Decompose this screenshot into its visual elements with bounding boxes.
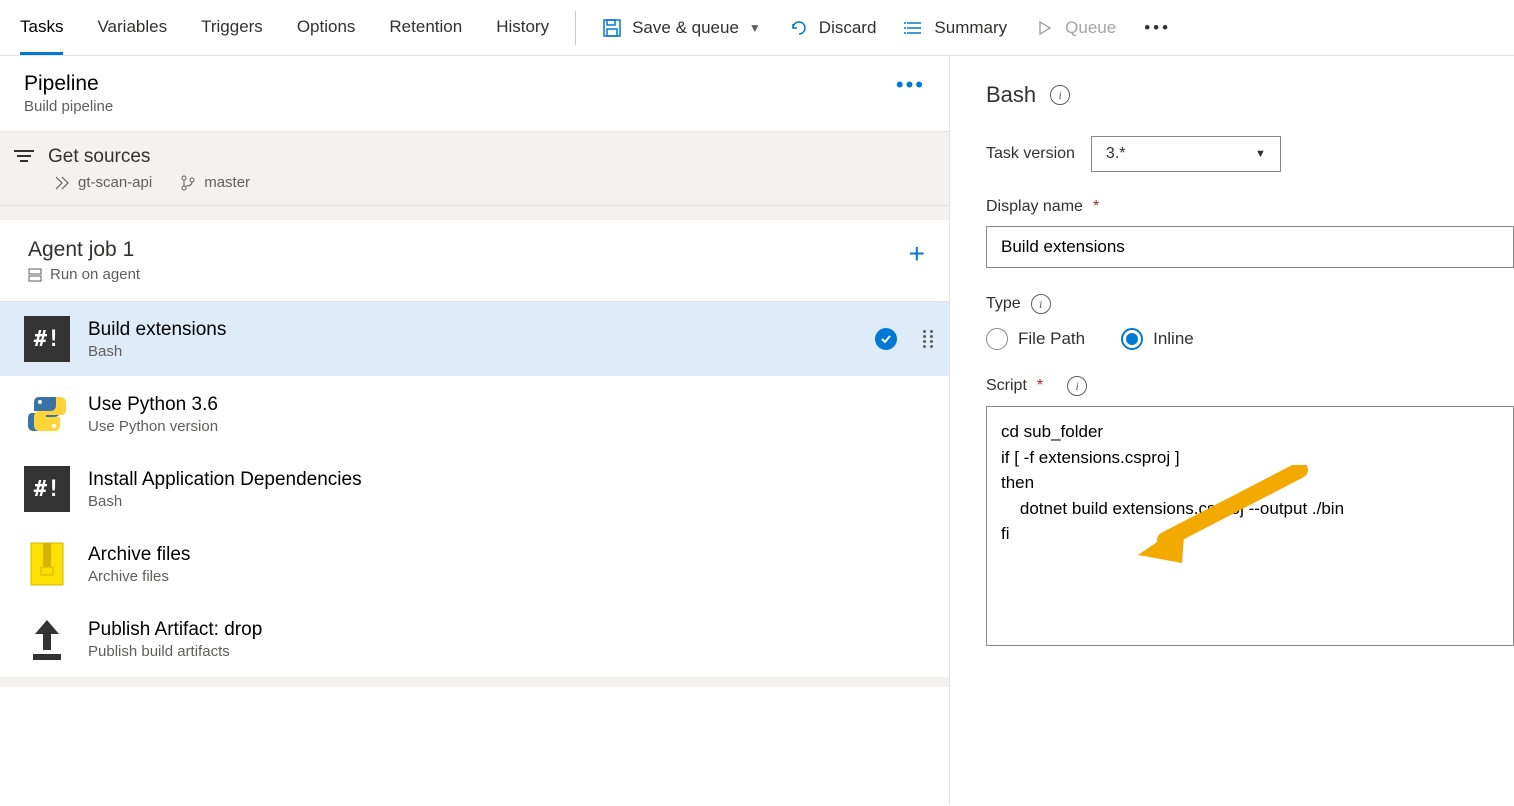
spacer — [0, 206, 949, 220]
get-sources-title: Get sources — [48, 146, 150, 168]
check-icon — [875, 328, 897, 350]
task-title: Use Python 3.6 — [88, 394, 935, 416]
task-title: Archive files — [88, 544, 935, 566]
display-name-input[interactable] — [986, 226, 1514, 268]
tab-group: Tasks Variables Triggers Options Retenti… — [20, 2, 549, 54]
save-queue-label: Save & queue — [632, 18, 739, 38]
type-label: Type — [986, 295, 1021, 313]
chevron-down-icon: ▼ — [1255, 148, 1266, 160]
task-row-archive[interactable]: Archive files Archive files — [0, 527, 949, 602]
summary-label: Summary — [934, 18, 1007, 38]
script-textarea[interactable] — [986, 406, 1514, 646]
summary-button[interactable]: Summary — [904, 18, 1007, 38]
chevron-down-icon: ▼ — [749, 21, 761, 35]
repo-name: gt-scan-api — [78, 174, 152, 191]
tab-history[interactable]: History — [496, 2, 549, 54]
radio-label: Inline — [1153, 329, 1194, 349]
task-title: Build extensions — [88, 319, 857, 341]
script-label: Script — [986, 377, 1027, 395]
repo-meta: gt-scan-api — [54, 174, 152, 191]
get-sources-row[interactable]: Get sources gt-scan-api master — [0, 132, 949, 206]
repo-icon — [54, 175, 70, 191]
task-row-publish[interactable]: Publish Artifact: drop Publish build art… — [0, 602, 949, 677]
pipeline-title: Pipeline — [24, 72, 113, 96]
pipeline-panel: Pipeline Build pipeline ••• Get sources … — [0, 56, 950, 805]
list-icon — [904, 18, 924, 38]
task-subtitle: Bash — [88, 493, 935, 510]
task-version-value: 3.* — [1106, 145, 1126, 163]
top-tab-bar: Tasks Variables Triggers Options Retenti… — [0, 0, 1514, 56]
bash-icon: #! — [24, 466, 70, 512]
queue-label: Queue — [1065, 18, 1116, 38]
save-icon — [602, 18, 622, 38]
radio-icon — [986, 328, 1008, 350]
pipeline-header[interactable]: Pipeline Build pipeline ••• — [0, 56, 949, 132]
agent-job-row[interactable]: Agent job 1 Run on agent + — [0, 220, 949, 302]
undo-icon — [789, 18, 809, 38]
branch-icon — [180, 175, 196, 191]
drag-handle-icon[interactable] — [923, 330, 935, 348]
tab-divider — [575, 11, 576, 45]
queue-button[interactable]: Queue — [1035, 18, 1116, 38]
ellipsis-icon: ••• — [1144, 18, 1171, 38]
discard-button[interactable]: Discard — [789, 18, 877, 38]
tab-tasks[interactable]: Tasks — [20, 2, 63, 55]
task-title: Publish Artifact: drop — [88, 619, 935, 641]
archive-icon — [24, 541, 70, 587]
branch-meta: master — [180, 174, 250, 191]
pipeline-subtitle: Build pipeline — [24, 98, 113, 115]
type-radio-inline[interactable]: Inline — [1121, 328, 1194, 350]
task-version-label: Task version — [986, 145, 1075, 163]
display-name-label: Display name — [986, 198, 1083, 216]
add-task-button[interactable]: + — [909, 238, 925, 270]
tab-options[interactable]: Options — [297, 2, 356, 54]
task-subtitle: Bash — [88, 343, 857, 360]
info-icon[interactable]: i — [1050, 85, 1070, 105]
more-button[interactable]: ••• — [1144, 18, 1171, 38]
type-radio-filepath[interactable]: File Path — [986, 328, 1085, 350]
spacer — [0, 677, 949, 687]
play-icon — [1035, 18, 1055, 38]
task-row-install-deps[interactable]: #! Install Application Dependencies Bash — [0, 452, 949, 527]
required-marker: * — [1037, 377, 1043, 395]
toolbar: Save & queue ▼ Discard Summary Queue ••• — [602, 18, 1171, 38]
task-title: Install Application Dependencies — [88, 469, 935, 491]
sources-icon — [14, 150, 34, 164]
agent-job-title: Agent job 1 — [28, 238, 140, 262]
bash-icon: #! — [24, 316, 70, 362]
task-subtitle: Use Python version — [88, 418, 935, 435]
tab-retention[interactable]: Retention — [389, 2, 462, 54]
agent-job-subtitle: Run on agent — [50, 266, 140, 283]
detail-heading: Bash — [986, 82, 1036, 108]
save-queue-button[interactable]: Save & queue ▼ — [602, 18, 761, 38]
tab-variables[interactable]: Variables — [97, 2, 167, 54]
task-version-select[interactable]: 3.* ▼ — [1091, 136, 1281, 172]
upload-icon — [24, 616, 70, 662]
task-subtitle: Publish build artifacts — [88, 643, 935, 660]
pipeline-more-button[interactable]: ••• — [896, 72, 925, 98]
branch-name: master — [204, 174, 250, 191]
tab-triggers[interactable]: Triggers — [201, 2, 263, 54]
info-icon[interactable]: i — [1067, 376, 1087, 396]
server-icon — [28, 268, 42, 282]
task-detail-panel: Bash i Task version 3.* ▼ Display name *… — [950, 56, 1514, 805]
required-marker: * — [1093, 198, 1099, 216]
discard-label: Discard — [819, 18, 877, 38]
radio-icon — [1121, 328, 1143, 350]
task-subtitle: Archive files — [88, 568, 935, 585]
task-row-build-extensions[interactable]: #! Build extensions Bash — [0, 302, 949, 377]
task-row-use-python[interactable]: Use Python 3.6 Use Python version — [0, 377, 949, 452]
info-icon[interactable]: i — [1031, 294, 1051, 314]
radio-label: File Path — [1018, 329, 1085, 349]
python-icon — [24, 391, 70, 437]
